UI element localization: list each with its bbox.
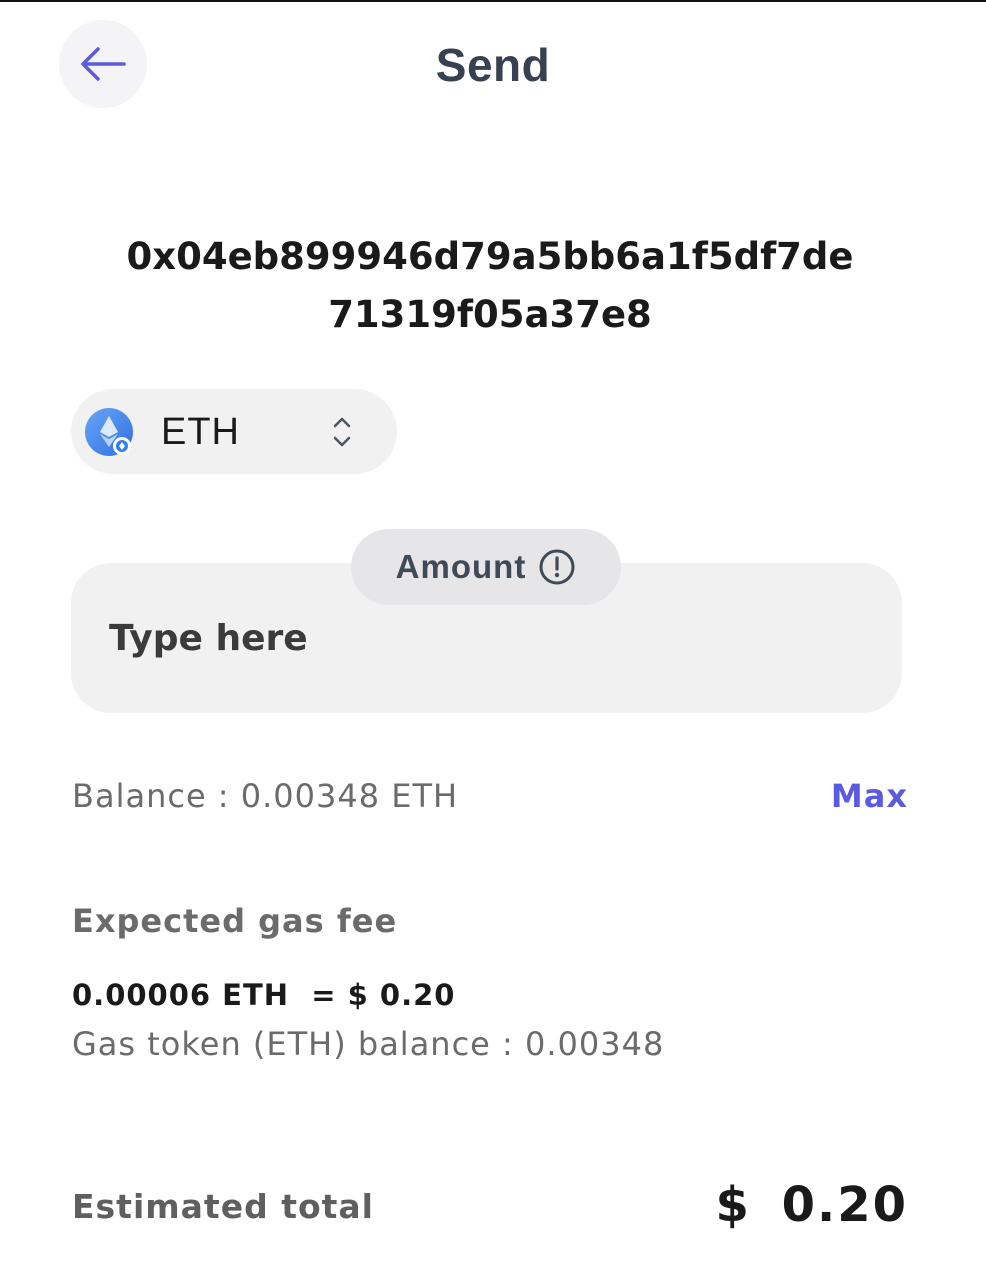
- gas-fee-value: 0.00006 ETH = $ 0.20: [72, 978, 456, 1012]
- amount-input[interactable]: [109, 613, 849, 663]
- max-button[interactable]: Max: [831, 777, 908, 815]
- estimated-total-label: Estimated total: [72, 1187, 374, 1226]
- gas-token-balance: Gas token (ETH) balance : 0.00348: [72, 1025, 665, 1063]
- send-screen: Send 0x04eb899946d79a5bb6a1f5df7de71319f…: [0, 0, 986, 1280]
- info-circle-icon[interactable]: [538, 548, 576, 586]
- gas-fee-heading: Expected gas fee: [72, 902, 398, 940]
- token-symbol: ETH: [161, 411, 240, 453]
- eth-token-icon: [85, 408, 133, 456]
- chevron-up-down-icon: [333, 417, 351, 447]
- balance-text: Balance : 0.00348 ETH: [72, 777, 459, 815]
- amount-label: Amount: [395, 548, 527, 585]
- estimated-total-value: $ 0.20: [715, 1177, 908, 1233]
- recipient-address: 0x04eb899946d79a5bb6a1f5df7de71319f05a37…: [126, 235, 854, 336]
- token-selector[interactable]: ETH: [71, 389, 397, 474]
- amount-label-pill: Amount: [351, 529, 621, 605]
- page-title: Send: [435, 39, 551, 91]
